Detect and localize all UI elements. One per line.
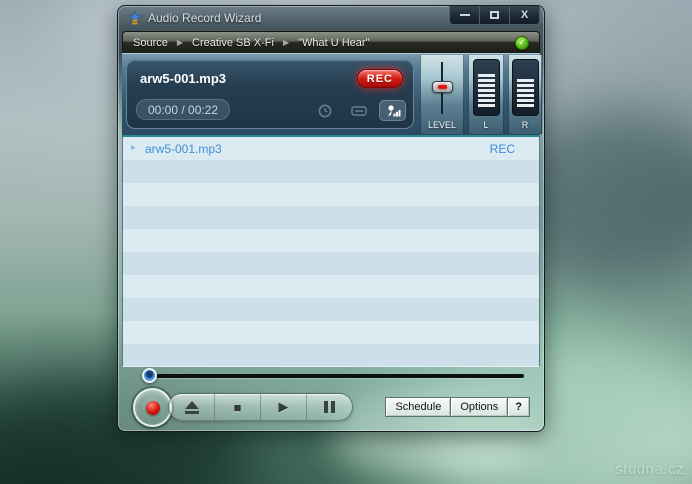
left-meter-segments — [477, 74, 495, 107]
close-icon: X — [520, 9, 529, 21]
title-bar[interactable]: Audio Record Wizard X — [118, 6, 544, 31]
breadcrumb-source[interactable]: Source — [133, 37, 168, 49]
play-icon: ▶ — [278, 399, 289, 414]
time-display: 00:00 / 00:22 — [136, 99, 231, 120]
right-meter-label: R — [521, 120, 529, 130]
clock-icon — [318, 104, 331, 117]
watermark: studna.cz — [615, 461, 684, 478]
record-icon — [145, 400, 160, 415]
right-vu-meter — [511, 59, 539, 116]
recordings-list[interactable]: ▸ arw5-001.mp3 REC — [122, 135, 540, 367]
recording-display: arw5-001.mp3 REC 00:00 / 00:22 — [126, 59, 414, 129]
file-naming-button[interactable] — [345, 100, 372, 121]
rec-badge: REC — [356, 69, 403, 88]
pause-button[interactable] — [306, 394, 352, 420]
left-meter-label: L — [483, 120, 489, 130]
breadcrumb-device[interactable]: Creative SB X-Fi — [192, 37, 274, 49]
schedule-button[interactable]: Schedule — [385, 397, 452, 417]
stop-button[interactable]: ■ — [214, 394, 260, 420]
options-button[interactable]: Options — [450, 397, 509, 417]
status-ok-icon: ✓ — [515, 35, 529, 50]
minimize-button[interactable] — [449, 6, 480, 25]
left-meter-panel: L — [468, 55, 504, 134]
list-item[interactable]: ▸ arw5-001.mp3 REC — [123, 137, 539, 160]
maximize-icon — [490, 11, 499, 19]
level-slider-handle[interactable] — [432, 81, 453, 93]
chevron-right-icon: ▶ — [282, 38, 290, 47]
seek-bar[interactable] — [145, 374, 524, 378]
minimize-icon — [459, 14, 470, 16]
app-icon — [128, 10, 142, 25]
timer-button[interactable] — [311, 100, 338, 121]
level-led — [438, 85, 447, 89]
mic-level-icon — [387, 104, 400, 116]
record-button[interactable] — [133, 388, 172, 427]
row-arrow-icon: ▸ — [131, 142, 136, 152]
close-button[interactable]: X — [509, 6, 540, 25]
right-meter-segments — [516, 79, 534, 107]
chevron-right-icon: ▶ — [176, 38, 184, 47]
stop-icon: ■ — [233, 399, 242, 415]
audio-record-wizard-window: Audio Record Wizard X Source ▶ Creative … — [117, 5, 545, 432]
eject-icon — [184, 400, 199, 414]
transport-bar: ■ ▶ — [168, 393, 353, 421]
help-button[interactable]: ? — [507, 397, 530, 417]
level-slider-panel: LEVEL — [420, 55, 464, 134]
recording-name: arw5-001.mp3 — [145, 141, 222, 156]
display-icon-buttons — [311, 100, 406, 121]
left-vu-meter — [472, 59, 500, 116]
maximize-button[interactable] — [479, 6, 510, 25]
breadcrumb-input[interactable]: "What U Hear" — [298, 37, 369, 49]
seek-thumb[interactable] — [142, 368, 157, 383]
window-title: Audio Record Wizard — [148, 11, 262, 25]
current-filename: arw5-001.mp3 — [140, 71, 226, 86]
source-breadcrumb-bar: Source ▶ Creative SB X-Fi ▶ "What U Hear… — [122, 31, 540, 53]
pause-icon — [324, 401, 335, 413]
tag-icon — [350, 105, 367, 116]
recording-status: REC — [489, 141, 515, 156]
eject-button[interactable] — [169, 394, 214, 420]
right-meter-panel: R — [508, 55, 542, 134]
play-button[interactable]: ▶ — [260, 394, 306, 420]
system-buttons: Schedule Options ? — [385, 397, 530, 417]
level-label: LEVEL — [427, 120, 457, 130]
deck-panel: arw5-001.mp3 REC 00:00 / 00:22 LEVEL L R — [122, 53, 542, 135]
bottom-controls: ■ ▶ Schedule Options ? — [122, 367, 540, 429]
window-controls: X — [449, 6, 540, 25]
mic-source-button[interactable] — [379, 100, 406, 121]
